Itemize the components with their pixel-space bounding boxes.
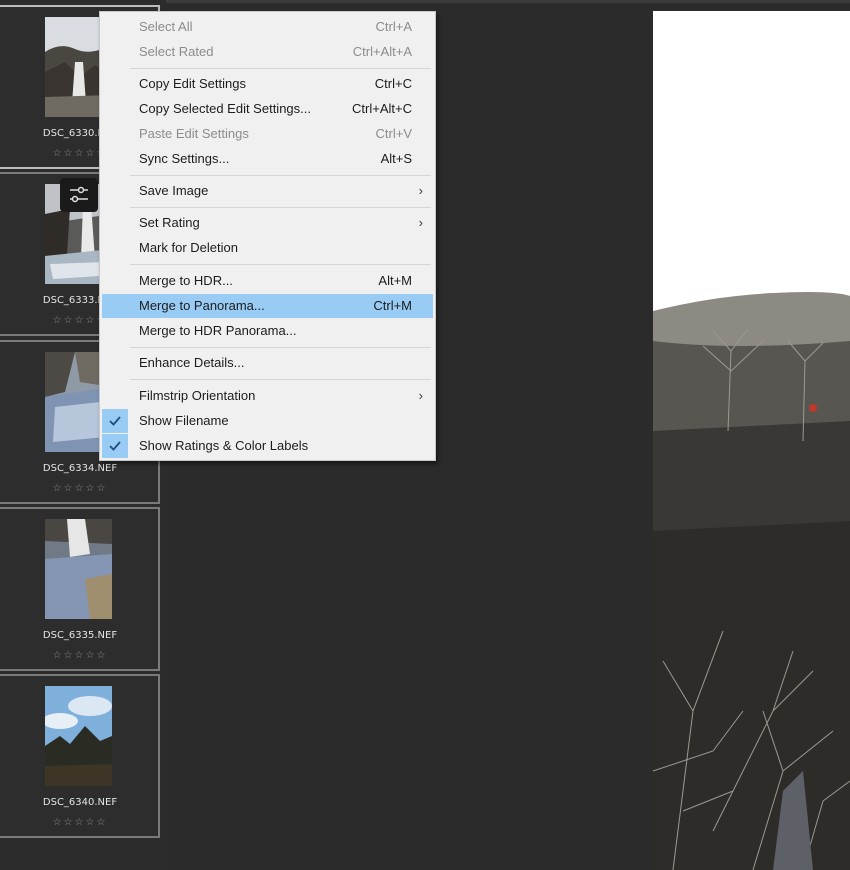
menu-item-label: Copy Selected Edit Settings... bbox=[139, 101, 311, 116]
menu-item-select-rated[interactable]: Select Rated Ctrl+Alt+A bbox=[102, 40, 433, 64]
menu-item-label: Merge to HDR Panorama... bbox=[139, 323, 297, 338]
preview-image bbox=[653, 11, 850, 870]
menu-item-merge-to-hdr-panorama[interactable]: Merge to HDR Panorama... bbox=[102, 319, 433, 343]
filename-label: DSC_6334.NEF bbox=[42, 463, 118, 474]
menu-item-shortcut: Ctrl+Alt+A bbox=[352, 44, 412, 59]
menu-separator bbox=[130, 264, 431, 265]
filename-label: DSC_6335.NEF bbox=[42, 630, 118, 641]
menu-item-filmstrip-orientation[interactable]: Filmstrip Orientation › bbox=[102, 384, 433, 408]
menu-item-label: Select All bbox=[139, 19, 193, 34]
menu-item-merge-to-hdr[interactable]: Merge to HDR... Alt+M bbox=[102, 269, 433, 293]
menu-item-select-all[interactable]: Select All Ctrl+A bbox=[102, 15, 433, 39]
menu-item-paste-edit-settings[interactable]: Paste Edit Settings Ctrl+V bbox=[102, 122, 433, 146]
image-viewer[interactable] bbox=[653, 11, 850, 870]
menu-item-label: Mark for Deletion bbox=[139, 240, 238, 255]
menu-item-shortcut: Ctrl+A bbox=[375, 19, 412, 34]
rating-stars[interactable]: ☆☆☆☆☆ bbox=[0, 483, 160, 494]
menu-item-label: Copy Edit Settings bbox=[139, 76, 246, 91]
menu-item-label: Merge to HDR... bbox=[139, 273, 233, 288]
menu-item-enhance-details[interactable]: Enhance Details... bbox=[102, 351, 433, 375]
menu-item-label: Merge to Panorama... bbox=[139, 298, 265, 313]
chevron-right-icon: › bbox=[418, 388, 423, 403]
menu-item-copy-edit-settings[interactable]: Copy Edit Settings Ctrl+C bbox=[102, 72, 433, 96]
menu-item-shortcut: Ctrl+Alt+C bbox=[352, 101, 412, 116]
menu-item-label: Show Filename bbox=[139, 413, 229, 428]
menu-item-mark-for-deletion[interactable]: Mark for Deletion bbox=[102, 236, 433, 260]
menu-item-label: Show Ratings & Color Labels bbox=[139, 438, 309, 453]
menu-separator bbox=[130, 347, 431, 348]
menu-separator bbox=[130, 379, 431, 380]
menu-item-label: Save Image bbox=[139, 183, 209, 198]
menu-item-save-image[interactable]: Save Image › bbox=[102, 179, 433, 203]
sliders-icon bbox=[70, 186, 88, 203]
menu-separator bbox=[130, 175, 431, 176]
menu-item-label: Enhance Details... bbox=[139, 355, 245, 370]
menu-item-label: Paste Edit Settings bbox=[139, 126, 249, 141]
menu-item-shortcut: Ctrl+V bbox=[375, 126, 412, 141]
menu-item-show-filename[interactable]: Show Filename bbox=[102, 409, 433, 433]
menu-item-show-ratings-color-labels[interactable]: Show Ratings & Color Labels bbox=[102, 434, 433, 458]
menu-separator bbox=[130, 207, 431, 208]
menu-item-shortcut: Ctrl+M bbox=[373, 298, 412, 313]
rating-stars[interactable]: ☆☆☆☆☆ bbox=[0, 650, 160, 661]
thumbnail-image[interactable] bbox=[45, 686, 112, 786]
checkmark-icon bbox=[102, 409, 128, 433]
menu-item-sync-settings[interactable]: Sync Settings... Alt+S bbox=[102, 147, 433, 171]
menu-item-shortcut: Alt+S bbox=[380, 151, 412, 166]
menu-item-merge-to-panorama[interactable]: Merge to Panorama... Ctrl+M bbox=[102, 294, 433, 318]
menu-item-shortcut: Ctrl+C bbox=[374, 76, 412, 91]
checkmark-icon bbox=[102, 434, 128, 458]
menu-item-copy-selected-edit-settings[interactable]: Copy Selected Edit Settings... Ctrl+Alt+… bbox=[102, 97, 433, 121]
context-menu[interactable]: Select All Ctrl+A Select Rated Ctrl+Alt+… bbox=[99, 11, 436, 461]
menu-item-label: Set Rating bbox=[139, 215, 200, 230]
edited-badge[interactable] bbox=[60, 178, 98, 212]
filename-label: DSC_6340.NEF bbox=[42, 797, 118, 808]
filmstrip-item[interactable]: DSC_6335.NEF ☆☆☆☆☆ bbox=[0, 507, 160, 671]
chevron-right-icon: › bbox=[418, 215, 423, 230]
chevron-right-icon: › bbox=[418, 183, 423, 198]
menu-item-set-rating[interactable]: Set Rating › bbox=[102, 211, 433, 235]
menu-item-label: Filmstrip Orientation bbox=[139, 388, 256, 403]
rating-stars[interactable]: ☆☆☆☆☆ bbox=[0, 817, 160, 828]
menu-separator bbox=[130, 68, 431, 69]
thumbnail-image[interactable] bbox=[45, 519, 112, 619]
menu-item-label: Sync Settings... bbox=[139, 151, 230, 166]
filmstrip-item[interactable]: DSC_6340.NEF ☆☆☆☆☆ bbox=[0, 674, 160, 838]
menu-item-shortcut: Alt+M bbox=[378, 273, 412, 288]
menu-item-label: Select Rated bbox=[139, 44, 214, 59]
